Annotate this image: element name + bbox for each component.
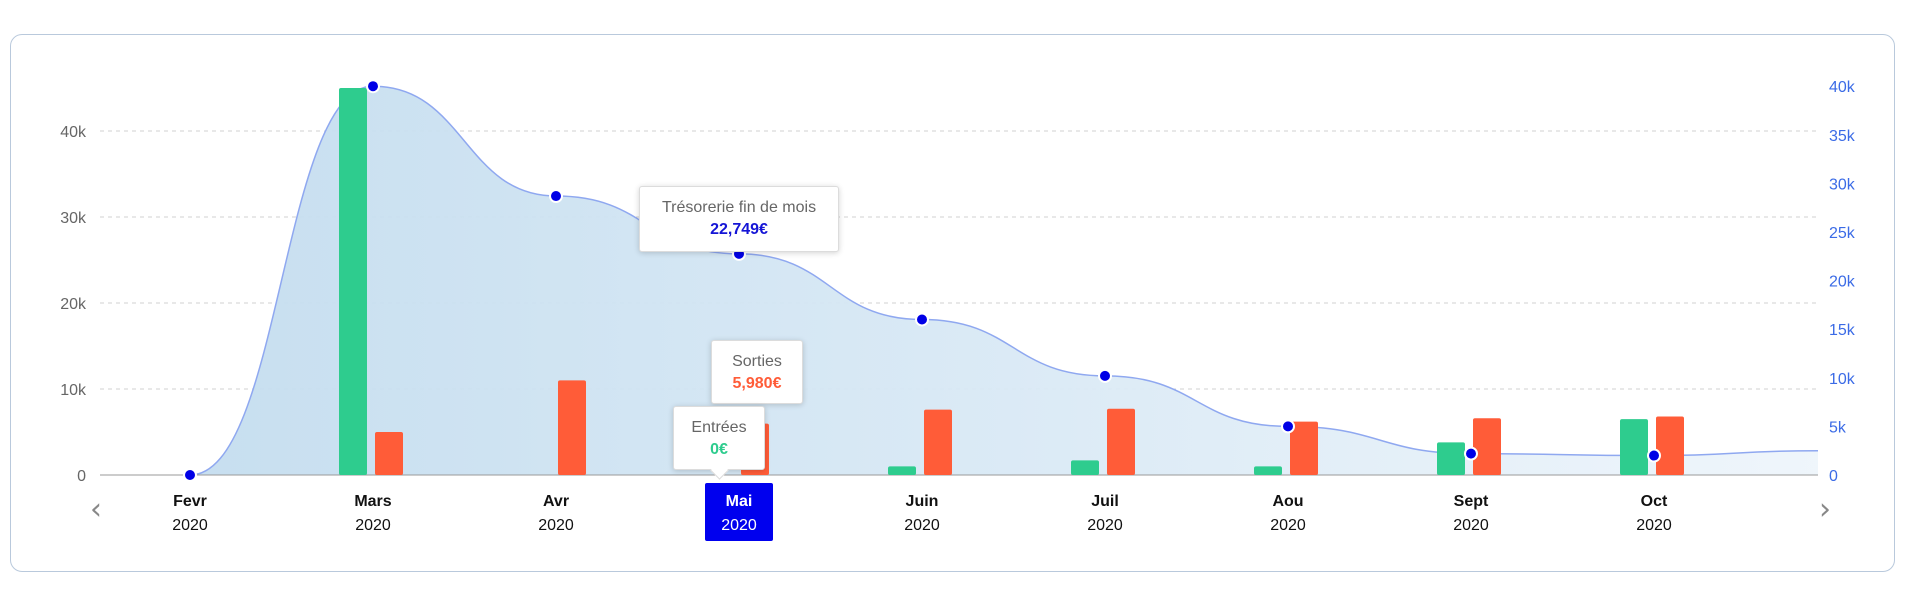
year-label: 2020: [1453, 517, 1489, 534]
chevron-right-icon[interactable]: ›: [1810, 490, 1840, 530]
left-axis-tick: 40k: [60, 124, 87, 141]
month-label: Fevr: [173, 493, 207, 510]
tooltip-sorties-value: 5,980€: [732, 375, 782, 392]
sorties-bar: [1290, 421, 1318, 475]
tresorerie-point: [549, 189, 563, 204]
tooltip-entrees-title: Entrées: [691, 419, 747, 436]
sorties-bar: [1656, 416, 1684, 475]
month-label: Juin: [906, 493, 939, 510]
tresorerie-point: [1464, 446, 1478, 461]
year-label: 2020: [1636, 517, 1672, 534]
month-label: Sept: [1454, 493, 1489, 510]
entrees-bar: [1254, 466, 1282, 475]
treasury-chart: 0 10k 20k 30k 40k 0 5k 10k 15k 20k 25k 30k 35k 40k Fev…: [60, 79, 1856, 541]
right-axis-tick: 35k: [1829, 128, 1856, 145]
sorties-bar: [1107, 408, 1135, 475]
left-axis-tick: 30k: [60, 210, 87, 227]
month-label: Oct: [1641, 493, 1668, 510]
tooltip-entrees: Entrées 0€: [673, 406, 765, 480]
tresorerie-point: [183, 468, 197, 482]
month-label: Avr: [543, 493, 569, 510]
right-axis-tick: 25k: [1829, 225, 1856, 242]
entrees-bar: [339, 88, 367, 475]
year-label: 2020: [355, 517, 391, 534]
year-label: 2020: [538, 517, 574, 534]
left-axis-tick: 10k: [60, 382, 87, 399]
tooltip-sorties-title: Sorties: [732, 353, 782, 370]
tresorerie-point: [1647, 448, 1661, 463]
right-axis-tick: 5k: [1829, 419, 1847, 436]
entrees-bar: [1620, 419, 1648, 475]
right-axis-tick: 10k: [1829, 371, 1856, 388]
tresorerie-point: [1098, 368, 1112, 383]
year-label: 2020: [1270, 517, 1306, 534]
month-label: Mars: [354, 493, 391, 510]
chevron-left-icon[interactable]: ‹: [81, 490, 111, 530]
tooltip-entrees-value: 0€: [710, 441, 728, 458]
tresorerie-area: [190, 86, 1818, 475]
entrees-bar: [1437, 442, 1465, 475]
year-label: 2020: [721, 517, 757, 534]
month-label: Mai: [726, 493, 753, 510]
year-label: 2020: [172, 517, 208, 534]
year-label: 2020: [1087, 517, 1123, 534]
right-axis-tick: 15k: [1829, 322, 1856, 339]
sorties-bar: [558, 380, 586, 475]
right-axis-tick: 40k: [1829, 79, 1856, 96]
tresorerie-point: [366, 79, 380, 94]
left-axis-tick: 0: [77, 468, 86, 485]
entrees-bar: [1071, 460, 1099, 475]
right-axis-tick: 0: [1829, 468, 1838, 485]
sorties-bar: [375, 432, 403, 475]
tooltip-sorties: Sorties 5,980€: [711, 340, 803, 404]
tooltip-tresorerie: Trésorerie fin de mois 22,749€: [639, 186, 839, 252]
tresorerie-point: [1281, 419, 1295, 434]
year-label: 2020: [904, 517, 940, 534]
tresorerie-point: [915, 312, 929, 327]
month-label: Aou: [1272, 493, 1303, 510]
sorties-bar: [924, 409, 952, 475]
right-axis-tick: 30k: [1829, 176, 1856, 193]
tooltip-tresorerie-value: 22,749€: [710, 221, 768, 238]
month-label: Juil: [1091, 493, 1119, 510]
sorties-bar: [1473, 418, 1501, 475]
left-axis-tick: 20k: [60, 296, 87, 313]
right-axis-tick: 20k: [1829, 274, 1856, 291]
tooltip-tresorerie-title: Trésorerie fin de mois: [661, 199, 817, 216]
entrees-bar: [888, 466, 916, 475]
